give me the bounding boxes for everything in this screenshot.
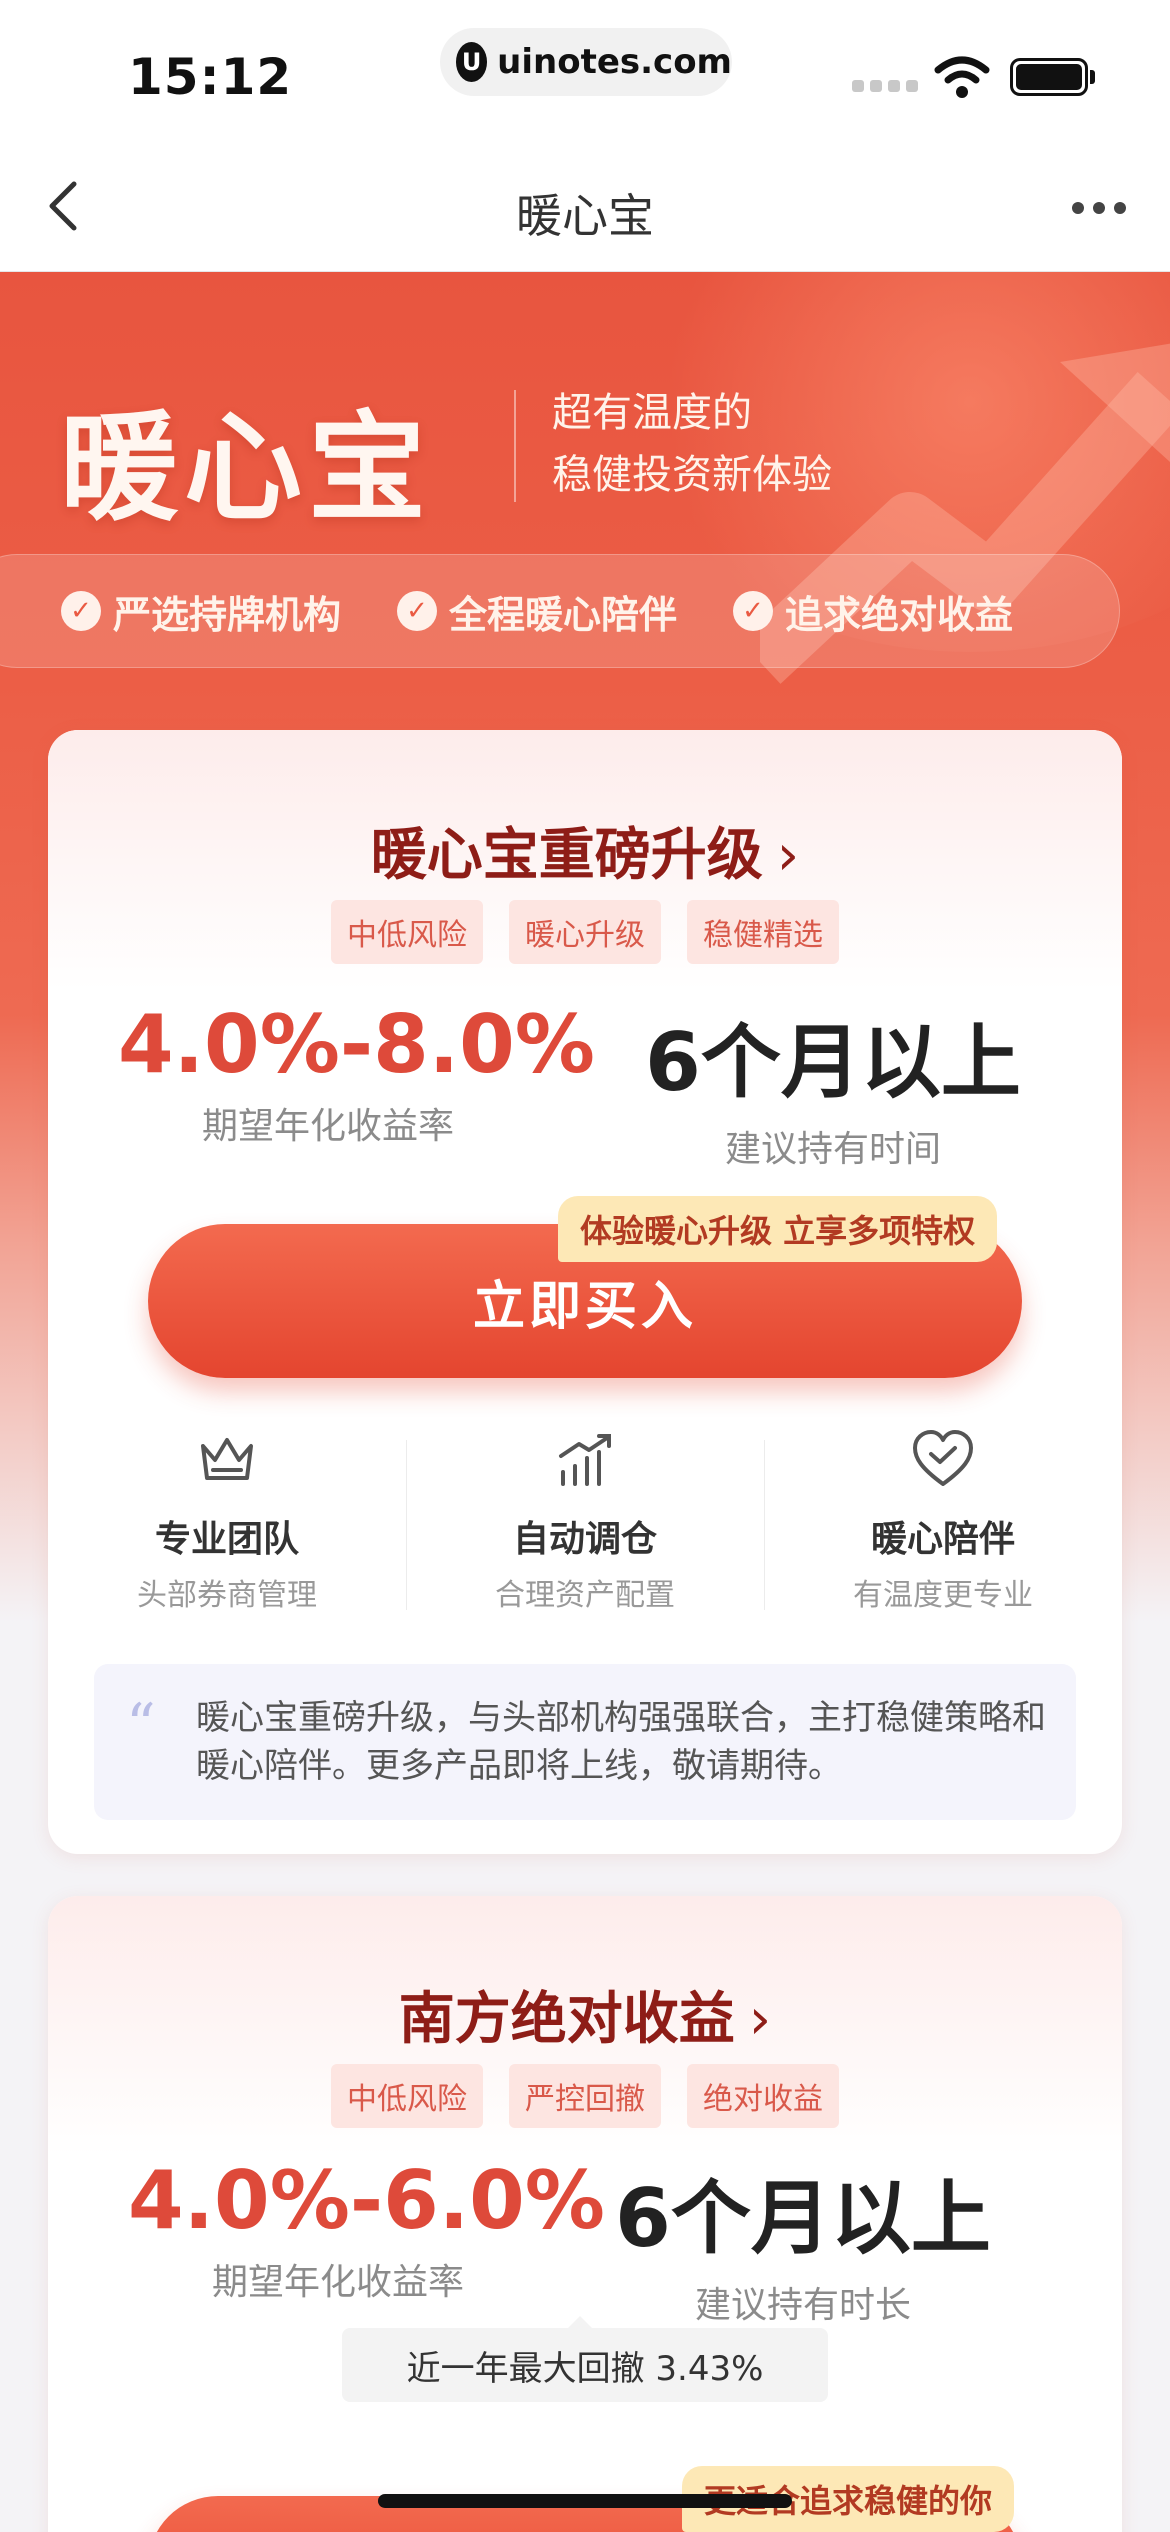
battery-icon	[1010, 58, 1088, 96]
intro-quote-box: “ 暖心宝重磅升级，与头部机构强强联合，主打稳健策略和暖心陪伴。更多产品即将上线…	[94, 1664, 1076, 1820]
return-metric: 4.0%-6.0% 期望年化收益率	[128, 2154, 605, 2305]
promo-badge: 体验暖心升级 立享多项特权	[558, 1196, 998, 1262]
return-value: 4.0%-8.0%	[118, 998, 595, 1091]
check-circle-icon: ✓	[397, 591, 438, 631]
intro-text: 暖心宝重磅升级，与头部机构强强联合，主打稳健策略和暖心陪伴。更多产品即将上线，敬…	[196, 1698, 1046, 1786]
feature-tag: 绝对收益	[687, 2064, 839, 2128]
holding-metric: 6个月以上 建议持有时长	[608, 2154, 998, 2328]
nav-bar: 暖心宝	[0, 140, 1170, 272]
feature-strip: ✓ 严选持牌机构 ✓ 全程暖心陪伴 ✓ 追求绝对收益	[0, 554, 1120, 668]
crown-icon	[201, 1438, 253, 1480]
holding-label: 建议持有时间	[724, 1129, 941, 1170]
status-bar: 15:12 U uinotes.com	[0, 0, 1170, 140]
quote-icon: “	[126, 1691, 156, 1759]
service-desc: 有温度更专业	[853, 1578, 1033, 1613]
service-item: 自动调仓 合理资产配置	[406, 1430, 764, 1620]
return-value: 4.0%-6.0%	[128, 2154, 605, 2247]
more-horizontal-icon[interactable]	[1072, 202, 1126, 214]
feature-label: 全程暖心陪伴	[449, 592, 678, 637]
service-name: 专业团队	[154, 1519, 299, 1560]
return-label: 期望年化收益率	[201, 1106, 454, 1147]
signal-icon	[852, 80, 918, 92]
status-time: 15:12	[128, 48, 293, 106]
home-indicator	[378, 2494, 792, 2508]
site-logo-icon: U	[456, 42, 488, 82]
risk-tag: 中低风险	[331, 900, 483, 964]
chevron-right-icon: ›	[748, 1987, 772, 2052]
product-card-nuanxinbao: 暖心宝重磅升级 › 中低风险 暖心升级 稳健精选 4.0%-8.0% 期望年化收益…	[48, 730, 1122, 1854]
growth-chart-icon	[559, 1434, 611, 1486]
service-item: 暖心陪伴 有温度更专业	[764, 1430, 1122, 1620]
return-label: 期望年化收益率	[211, 2262, 464, 2303]
slogan-line-1: 超有温度的	[552, 390, 752, 436]
max-drawdown-tip: 近一年最大回撤 3.43%	[342, 2316, 828, 2402]
return-metric: 4.0%-8.0% 期望年化收益率	[118, 998, 595, 1149]
feature-label: 严选持牌机构	[113, 592, 342, 637]
slogan-line-2: 稳健投资新体验	[552, 452, 832, 498]
service-desc: 合理资产配置	[495, 1578, 675, 1613]
brand-slogan: 超有温度的 稳健投资新体验	[552, 382, 832, 506]
tag-list: 中低风险 暖心升级 稳健精选	[48, 900, 1122, 964]
heart-check-icon	[913, 1430, 973, 1486]
feature-tag: 严控回撤	[509, 2064, 661, 2128]
page-title: 暖心宝	[516, 189, 654, 243]
feature-tag: 暖心升级	[509, 900, 661, 964]
url-pill[interactable]: U uinotes.com	[440, 28, 732, 96]
service-name: 自动调仓	[512, 1519, 657, 1560]
product-title-link[interactable]: 南方绝对收益 ›	[48, 1974, 1122, 2055]
service-name: 暖心陪伴	[870, 1519, 1015, 1560]
tag-list: 中低风险 严控回撤 绝对收益	[48, 2064, 1122, 2128]
product-title: 暖心宝重磅升级	[370, 823, 763, 888]
holding-value: 6个月以上	[615, 2172, 991, 2265]
holding-metric: 6个月以上 建议持有时间	[638, 998, 1028, 1172]
service-desc: 头部券商管理	[137, 1578, 317, 1613]
service-item: 专业团队 头部券商管理	[48, 1430, 406, 1620]
service-list: 专业团队 头部券商管理 自动调仓 合理资产配置 暖心陪伴 有温度更专业	[48, 1430, 1122, 1620]
chevron-right-icon: ›	[776, 823, 800, 888]
product-title: 南方绝对收益	[398, 1987, 735, 2052]
brand-divider	[514, 390, 516, 502]
check-circle-icon: ✓	[61, 591, 101, 631]
feature-item: ✓ 追求绝对收益	[733, 584, 1013, 639]
product-title-link[interactable]: 暖心宝重磅升级 ›	[48, 810, 1122, 891]
feature-tag: 稳健精选	[687, 900, 839, 964]
check-circle-icon: ✓	[733, 591, 774, 631]
product-card-nanfang: 南方绝对收益 › 中低风险 严控回撤 绝对收益 4.0%-6.0% 期望年化收益率…	[48, 1896, 1122, 2532]
url-text: uinotes.com	[497, 42, 732, 82]
wifi-icon	[934, 56, 990, 98]
holding-label: 建议持有时长	[694, 2285, 911, 2326]
brand-title: 暖心宝	[60, 399, 433, 537]
battery-tip	[1090, 70, 1095, 84]
risk-tag: 中低风险	[331, 2064, 483, 2128]
feature-label: 追求绝对收益	[785, 592, 1014, 637]
feature-item: ✓ 严选持牌机构	[61, 584, 341, 639]
feature-item: ✓ 全程暖心陪伴	[397, 584, 677, 639]
holding-value: 6个月以上	[645, 1016, 1021, 1109]
